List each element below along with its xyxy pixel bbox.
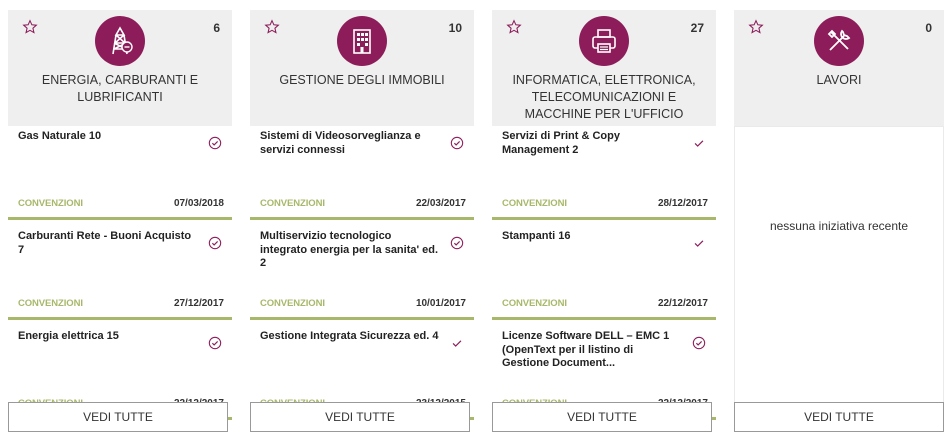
category-column-lavori: 0 LAVORI nessuna iniziativa recente — [734, 10, 944, 408]
initiative-count: 10 — [448, 21, 462, 35]
empty-message: nessuna iniziativa recente — [769, 219, 909, 233]
initiative-date: 22/03/2017 — [415, 198, 466, 209]
star-icon[interactable] — [748, 19, 764, 35]
initiative-title[interactable]: Licenze Software DELL – EMC 1 (OpenText … — [502, 330, 682, 371]
category-header: 10 GESTIONE DEGLI IMMOBILI — [250, 10, 474, 126]
category-header: 0 LAVORI — [734, 10, 944, 126]
initiative-count: 6 — [213, 21, 220, 35]
empty-state: nessuna iniziativa recente — [734, 126, 944, 408]
check-circle-icon — [692, 336, 706, 350]
initiative-title[interactable]: Stampanti 16 — [502, 230, 682, 244]
initiative-count: 0 — [925, 21, 932, 35]
view-all-button[interactable]: VEDI TUTTE — [250, 402, 470, 432]
category-column-informatica: 27 INFORMATICA, ELETTRONICA, TELECOMUNIC… — [492, 10, 716, 420]
initiative-card[interactable]: Servizi di Print & Copy Management 2 CON… — [492, 126, 716, 220]
initiative-card[interactable]: Multiservizio tecnologico integrato ener… — [250, 226, 474, 320]
star-icon[interactable] — [22, 19, 38, 35]
category-column-immobili: 10 GESTIONE DEGLI IMMOBILI Sistemi di Vi… — [250, 10, 474, 420]
initiative-title[interactable]: Carburanti Rete - Buoni Acquisto 7 — [18, 230, 198, 257]
initiative-title[interactable]: Multiservizio tecnologico integrato ener… — [260, 230, 440, 271]
star-icon[interactable] — [264, 19, 280, 35]
category-column-energia: 6 ENERGIA, CARBURANTI E LUBRIFICANTI Gas… — [8, 10, 232, 420]
view-all-button[interactable]: VEDI TUTTE — [734, 402, 944, 432]
check-icon — [694, 140, 704, 147]
check-icon — [452, 340, 462, 347]
initiative-date: 22/12/2017 — [657, 298, 708, 309]
initiative-title[interactable]: Energia elettrica 15 — [18, 330, 198, 344]
category-title[interactable]: LAVORI — [740, 72, 938, 89]
initiative-type: CONVENZIONI — [260, 198, 325, 209]
building-icon — [337, 16, 387, 66]
category-header: 27 INFORMATICA, ELETTRONICA, TELECOMUNIC… — [492, 10, 716, 126]
initiative-type: CONVENZIONI — [502, 198, 567, 209]
check-circle-icon — [450, 136, 464, 150]
tools-icon — [814, 16, 864, 66]
initiative-type: CONVENZIONI — [260, 298, 325, 309]
view-all-button[interactable]: VEDI TUTTE — [8, 402, 228, 432]
check-circle-icon — [208, 236, 222, 250]
category-title[interactable]: ENERGIA, CARBURANTI E LUBRIFICANTI — [14, 72, 226, 106]
initiative-title[interactable]: Servizi di Print & Copy Management 2 — [502, 130, 682, 157]
check-circle-icon — [450, 236, 464, 250]
initiative-type: CONVENZIONI — [18, 198, 83, 209]
initiative-card[interactable]: Stampanti 16 CONVENZIONI 22/12/2017 — [492, 226, 716, 320]
view-all-button[interactable]: VEDI TUTTE — [492, 402, 712, 432]
initiative-card[interactable]: Gas Naturale 10 CONVENZIONI 07/03/2018 — [8, 126, 232, 220]
printer-icon — [579, 16, 629, 66]
initiative-date: 27/12/2017 — [173, 298, 224, 309]
check-circle-icon — [208, 336, 222, 350]
initiative-card[interactable]: Carburanti Rete - Buoni Acquisto 7 CONVE… — [8, 226, 232, 320]
initiative-title[interactable]: Sistemi di Videosorveglianza e servizi c… — [260, 130, 440, 157]
category-header: 6 ENERGIA, CARBURANTI E LUBRIFICANTI — [8, 10, 232, 126]
initiative-type: CONVENZIONI — [502, 298, 567, 309]
initiative-type: CONVENZIONI — [18, 298, 83, 309]
check-icon — [694, 240, 704, 247]
star-icon[interactable] — [506, 19, 522, 35]
check-circle-icon — [208, 136, 222, 150]
initiative-title[interactable]: Gas Naturale 10 — [18, 130, 198, 144]
initiative-date: 10/01/2017 — [415, 298, 466, 309]
initiative-count: 27 — [690, 21, 704, 35]
initiative-card[interactable]: Sistemi di Videosorveglianza e servizi c… — [250, 126, 474, 220]
initiative-date: 07/03/2018 — [173, 198, 224, 209]
initiative-date: 28/12/2017 — [657, 198, 708, 209]
energy-pylon-icon — [95, 16, 145, 66]
category-title[interactable]: GESTIONE DEGLI IMMOBILI — [256, 72, 468, 89]
category-title[interactable]: INFORMATICA, ELETTRONICA, TELECOMUNICAZI… — [498, 72, 710, 123]
initiative-title[interactable]: Gestione Integrata Sicurezza ed. 4 — [260, 330, 440, 344]
